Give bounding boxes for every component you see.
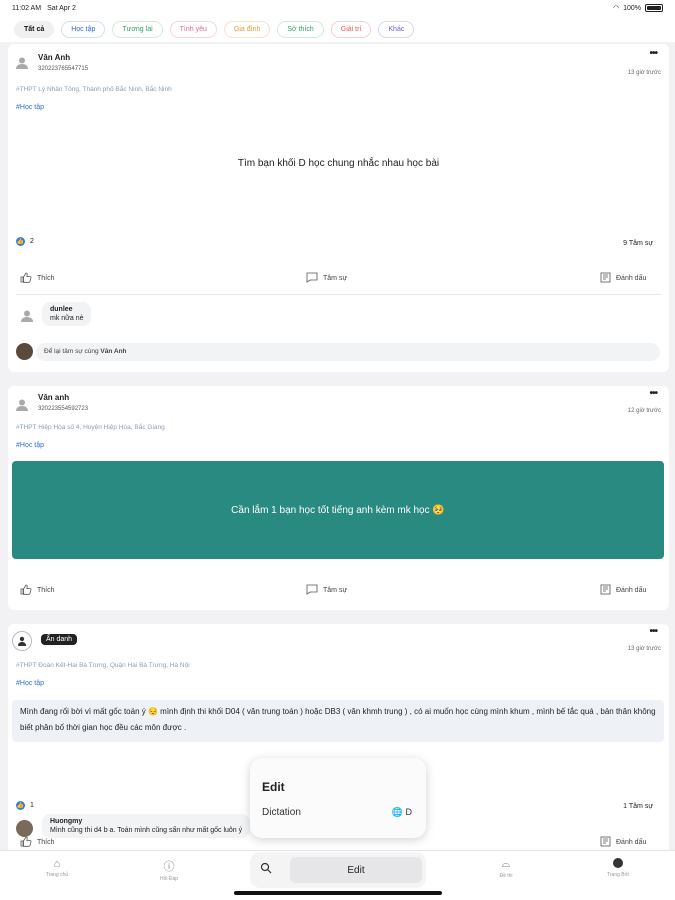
tab-1[interactable]: Học tập [61, 20, 106, 38]
post-card: Vân anh 320223554592723 ••• 12 giờ trước… [8, 386, 669, 610]
nav-exam[interactable]: ⌓ Đề thi [476, 858, 536, 879]
profile-avatar [613, 858, 623, 868]
nav-profile[interactable]: Trang Bởi [588, 858, 648, 878]
divider [16, 294, 661, 295]
more-options-icon[interactable]: ••• [649, 626, 657, 637]
thumbs-up-icon [20, 272, 32, 285]
post-time: 12 giờ trước [627, 408, 661, 414]
nav-home[interactable]: ⌂ Trang chủ [27, 858, 87, 878]
bookmark-button[interactable]: Đánh dấu [600, 272, 646, 285]
thumbs-up-icon [20, 836, 32, 849]
post-school[interactable]: #THPT Đoàn Kết-Hai Bà Trưng, Quận Hai Bà… [16, 662, 190, 669]
post-author-name[interactable]: Vân Anh [38, 53, 70, 62]
post-content: Cần lắm 1 bạn học tốt tiếng anh kèm mk h… [231, 504, 445, 516]
reply-input[interactable]: Để lại tâm sự cùng Vân Anh [36, 343, 660, 361]
category-tabs: Tất cả Học tập Tương lai Tình yêu Gia đình Sở… [0, 16, 675, 42]
battery-percent: 100% [623, 4, 641, 12]
bookmark-button[interactable]: Đánh dấu [600, 584, 646, 597]
bookmark-icon [600, 272, 611, 285]
comment-text: Mình cũng thi d4 b a. Toán mình cũng sẩn… [50, 827, 243, 834]
post-author-id: 320223765547715 [38, 66, 89, 72]
more-options-icon[interactable]: ••• [649, 388, 657, 399]
my-avatar [16, 343, 33, 360]
dictation-option[interactable]: Dictation [262, 807, 301, 818]
edit-bar: Edit [250, 852, 426, 888]
edit-menu-title: Edit [262, 780, 285, 794]
post-time: 13 giờ trước [627, 646, 661, 652]
post-author-name[interactable]: Vân anh [38, 393, 69, 402]
post-actions: Thích Tâm sự Đánh dấu [8, 579, 669, 603]
tab-5[interactable]: Sở thích [277, 20, 324, 38]
bookmark-icon [600, 836, 611, 849]
likes-count: 2 [30, 238, 34, 245]
battery-icon [645, 4, 663, 12]
like-button[interactable]: Thích [20, 272, 55, 285]
reaction-count[interactable]: 👍 1 [16, 801, 34, 810]
confide-button[interactable]: Tâm sự [306, 584, 347, 597]
home-icon: ⌂ [53, 858, 61, 870]
tab-3[interactable]: Tình yêu [169, 20, 217, 38]
comment-bubble[interactable]: Huongmy Mình cũng thi d4 b a. Toán mình … [42, 814, 251, 838]
tab-6[interactable]: Giải trí [330, 20, 372, 38]
like-reaction-icon: 👍 [16, 801, 25, 810]
post-school[interactable]: #THPT Lý Nhân Tông, Thành phố Bắc Ninh, … [16, 86, 172, 93]
comment-author: dunlee [50, 306, 73, 313]
comment-bubble[interactable]: dunlee mk nữa nè [42, 302, 92, 326]
comment-text: mk nữa nè [50, 315, 84, 322]
post-author-id: 320223554592723 [38, 406, 89, 412]
post-content: Mình đang rối bời vì mất gốc toán ý 😔 mì… [12, 700, 664, 742]
thumbs-up-icon [20, 584, 32, 597]
question-icon: ⓘ [163, 861, 175, 873]
tab-4[interactable]: Gia đình [223, 20, 271, 38]
user-avatar-icon[interactable] [15, 56, 29, 70]
post-card: Vân Anh 320223765547715 ••• 13 giờ trước… [8, 44, 669, 372]
edit-button[interactable]: Edit [290, 857, 422, 883]
post-actions: Thích Tâm sự Đánh dấu [8, 267, 669, 291]
user-avatar-icon[interactable] [15, 398, 29, 412]
search-icon[interactable] [260, 862, 272, 877]
bookmark-icon [600, 584, 611, 597]
confide-button[interactable]: Tâm sự [306, 272, 347, 285]
nav-qa[interactable]: ⓘ Hỏi Đáp [139, 858, 199, 882]
home-indicator[interactable] [234, 891, 442, 895]
confide-count[interactable]: 9 Tâm sự [623, 240, 653, 247]
post-tag[interactable]: #Học tập [16, 442, 44, 449]
status-bar: 11:02 AM Sat Apr 2 ◠ 100% [0, 0, 675, 16]
reaction-count[interactable]: 👍 2 [16, 237, 34, 246]
status-date: Sat Apr 2 [47, 4, 76, 12]
commenter-avatar[interactable] [16, 820, 33, 837]
commenter-avatar-icon[interactable] [20, 309, 34, 323]
post-tag[interactable]: #Học tập [16, 104, 44, 111]
tab-0[interactable]: Tất cả [14, 20, 55, 38]
like-reaction-icon: 👍 [16, 237, 25, 246]
wifi-icon: ◠ [612, 5, 620, 12]
dictation-shortcut: 🌐 D [391, 807, 412, 817]
tab-7[interactable]: Khác [378, 20, 415, 38]
comment-author: Huongmy [50, 818, 83, 825]
post-content-box: Cần lắm 1 bạn học tốt tiếng anh kèm mk h… [12, 461, 664, 559]
anonymous-user-icon[interactable] [12, 631, 32, 651]
bag-icon: ⌓ [501, 858, 511, 870]
edit-menu-popup: Edit Dictation 🌐 D [250, 758, 426, 838]
comment-icon [306, 584, 318, 597]
post-school[interactable]: #THPT Hiệp Hòa số 4, Huyện Hiệp Hòa, Bắc… [16, 424, 165, 431]
post-time: 13 giờ trước [627, 70, 661, 76]
post-content: Tìm bạn khối D học chung nhắc nhau học b… [237, 158, 440, 169]
bookmark-button[interactable]: Đánh dấu [600, 836, 646, 849]
anonymous-badge: Ẩn danh [41, 634, 78, 645]
tab-2[interactable]: Tương lai [112, 20, 163, 38]
like-button[interactable]: Thích [20, 584, 55, 597]
more-options-icon[interactable]: ••• [649, 48, 657, 59]
confide-count[interactable]: 1 Tâm sự [623, 803, 653, 810]
post-tag[interactable]: #Học tập [16, 680, 44, 687]
status-time: 11:02 AM [12, 4, 42, 12]
likes-count: 1 [30, 802, 34, 809]
comment-icon [306, 272, 318, 285]
